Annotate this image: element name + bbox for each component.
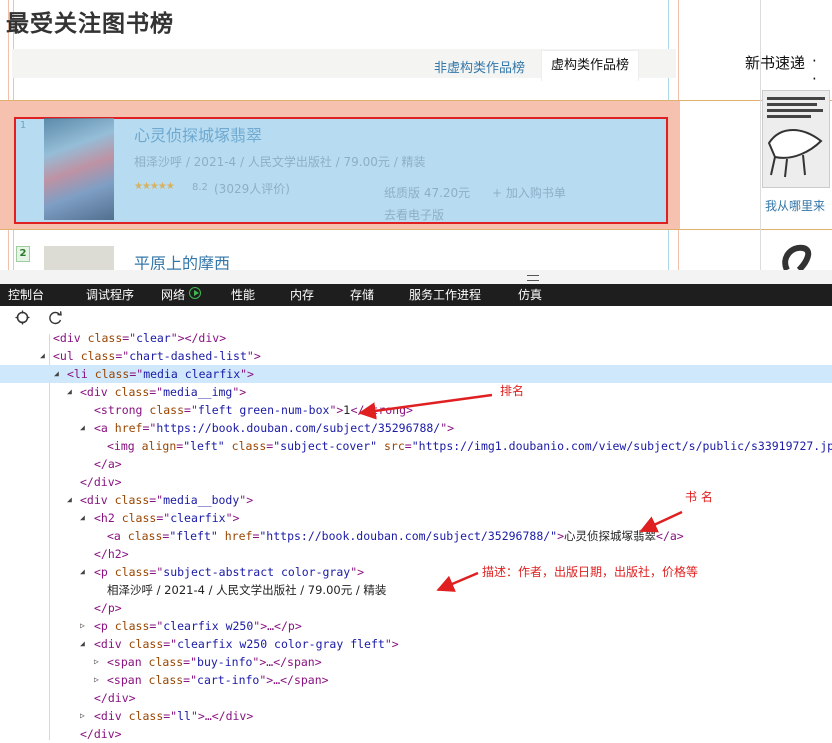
rank-badge: 1 (19, 120, 27, 131)
add-to-cart-link[interactable]: + 加入购书单 (492, 184, 566, 201)
page-title: 最受关注图书榜 (6, 11, 174, 37)
book-abstract: 相泽沙呼 / 2021-4 / 人民文学出版社 / 79.00元 / 精装 (134, 155, 426, 169)
refresh-icon[interactable] (48, 310, 64, 329)
tab-debugger[interactable]: 调试程序 (86, 285, 134, 305)
sidebar-book-cover[interactable] (762, 90, 830, 188)
rating-score: 8.2 (192, 182, 208, 193)
arrow-description (436, 571, 479, 592)
rank-badge: 2 (16, 246, 30, 262)
annotation-arrows (358, 393, 683, 592)
book-cover[interactable] (44, 118, 114, 220)
sidebar-book-title[interactable]: 我从哪里来 (765, 197, 825, 214)
book-title[interactable]: 心灵侦探城塚翡翠 (134, 122, 262, 146)
panel-splitter[interactable] (0, 270, 832, 284)
book-illustration-icon (763, 91, 829, 187)
network-recording-icon (189, 287, 201, 299)
tab-storage[interactable]: 存储 (350, 285, 374, 305)
book-title[interactable]: 平原上的摩西 (134, 250, 230, 270)
rating-count: (3029人评价) (214, 182, 290, 196)
drag-handle-icon[interactable] (527, 275, 539, 281)
sidebar-title: 新书速递 (745, 54, 806, 72)
tab-nonfiction[interactable]: 非虚构类作品榜 (434, 57, 525, 76)
tab-console[interactable]: 控制台 (8, 285, 44, 305)
buy-info[interactable]: 纸质版 47.20元 (384, 184, 470, 201)
tab-performance[interactable]: 性能 (231, 285, 255, 305)
tab-service-workers[interactable]: 服务工作进程 (409, 285, 481, 305)
guide-line (0, 229, 832, 230)
ebook-link[interactable]: 去看电子版 (384, 206, 444, 223)
tab-fiction[interactable]: 虚构类作品榜 (541, 50, 639, 81)
page-preview: 最受关注图书榜 非虚构类作品榜 虚构类作品榜 1 心灵侦探城塚翡翠 相泽沙呼 /… (0, 0, 832, 270)
guide-line (760, 0, 761, 270)
sidebar-book-cover-2[interactable] (775, 240, 825, 270)
tab-emulation[interactable]: 仿真 (518, 285, 542, 305)
arrow-book-name (639, 510, 683, 533)
tab-network[interactable]: 网络 (161, 285, 185, 305)
select-element-icon[interactable] (15, 310, 30, 329)
tab-memory[interactable]: 内存 (290, 285, 314, 305)
rating-stars-icon: ★★★★★ (134, 181, 175, 192)
more-dots-icon[interactable]: · · (812, 52, 832, 88)
book-cover[interactable] (44, 246, 114, 270)
arrow-rank (358, 393, 493, 420)
